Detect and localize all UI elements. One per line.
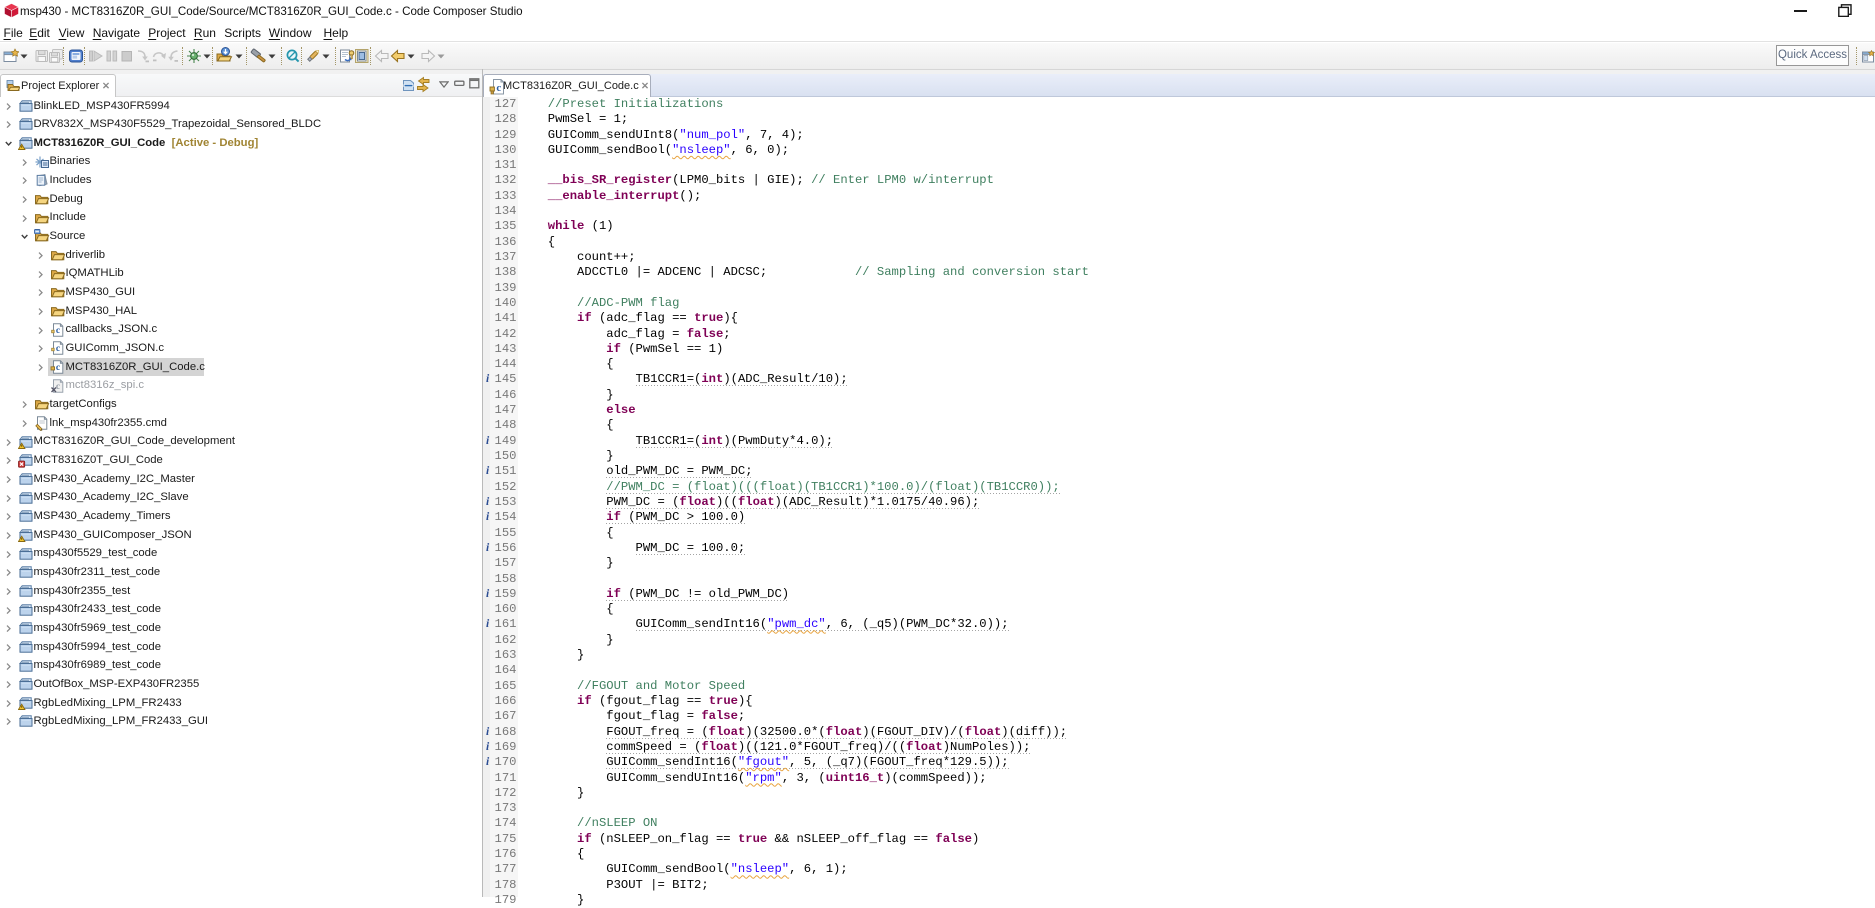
svg-text:c: c <box>55 382 59 392</box>
svg-text:c: c <box>55 363 59 373</box>
svg-text:c: c <box>496 82 501 94</box>
svg-text:c: c <box>55 344 59 354</box>
svg-text:c: c <box>55 326 59 336</box>
